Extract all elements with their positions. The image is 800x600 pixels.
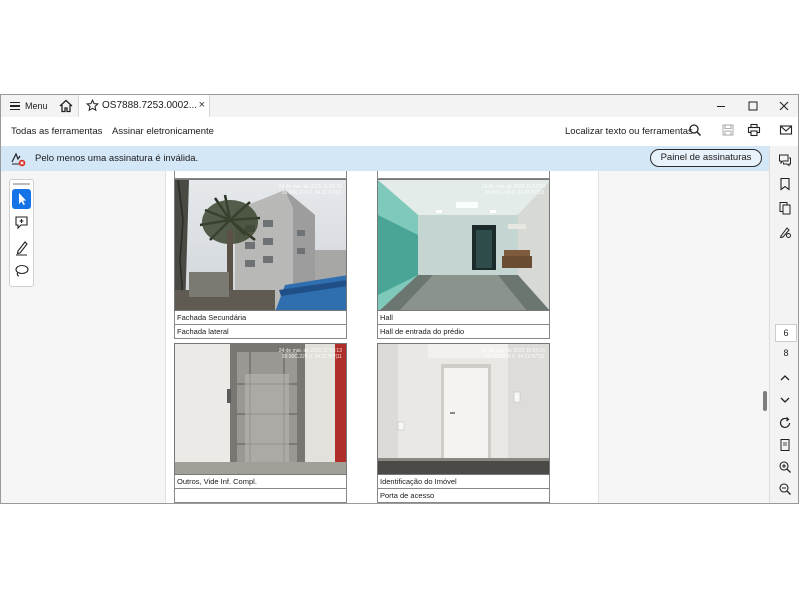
facade-photo-image [175, 180, 346, 310]
print-icon[interactable] [747, 123, 761, 137]
bookmark-icon[interactable] [778, 177, 792, 191]
document-viewport[interactable]: 24 de mai. de 2025 11:53:34 39.90C.224 0,… [1, 171, 769, 503]
document-tab[interactable]: OS7888.7253.0002... × [78, 95, 210, 117]
menu-label: Menu [25, 101, 48, 111]
current-page-number[interactable]: 6 [775, 324, 797, 342]
door-photo-image [378, 344, 549, 474]
comment-tool-button[interactable] [12, 213, 31, 233]
lasso-tool-button[interactable] [12, 261, 31, 281]
all-tools-button[interactable]: Todas as ferramentas [11, 126, 102, 137]
menu-button[interactable]: Menu [10, 99, 48, 113]
notification-message: Pelo menos uma assinatura é inválida. [35, 153, 199, 164]
hamburger-icon [10, 102, 20, 110]
close-window-icon[interactable] [777, 99, 791, 113]
maximize-icon[interactable] [746, 99, 760, 113]
chevron-up-icon[interactable] [778, 371, 792, 385]
photo-caption: Identificação do Imóvel [377, 475, 550, 489]
right-tool-rail: 6 8 [769, 146, 798, 503]
photo-caption [174, 489, 347, 503]
minimize-icon[interactable] [714, 99, 728, 113]
search-icon[interactable] [688, 123, 702, 137]
invalid-signature-icon [11, 152, 26, 167]
refresh-icon[interactable] [778, 416, 792, 430]
photo-elevator: 24 de mai. de 2025 11:54:13 39.90C.224 0,… [174, 343, 347, 475]
find-tools-button[interactable]: Localizar texto ou ferramentas [565, 126, 693, 137]
photo-timestamp: 24 de mai. de 2025 11:54:13 39.90C.224 0,… [278, 348, 342, 360]
hall-photo-image [378, 180, 549, 310]
photo-hall: 24 de mai. de 2025 11:53:54 39.90C.224 0,… [377, 179, 550, 311]
star-icon[interactable] [86, 99, 99, 112]
signature-notification-bar: Pelo menos uma assinatura é inválida. Pa… [1, 146, 769, 171]
app-window: Menu OS7888.7253.0002... × Todas as ferr… [0, 94, 799, 504]
pages-icon[interactable] [778, 201, 792, 215]
previous-caption-cell [377, 171, 550, 179]
signature-icon[interactable] [778, 225, 792, 239]
palette-grip[interactable] [13, 183, 30, 185]
photo-facade: 24 de mai. de 2025 11:53:34 39.90C.224 0,… [174, 179, 347, 311]
tab-title: OS7888.7253.0002... [102, 100, 198, 111]
quick-tools-palette [9, 179, 34, 287]
sign-button[interactable]: Assinar eletronicamente [112, 126, 214, 137]
select-tool-button[interactable] [12, 189, 31, 209]
pen-icon [16, 241, 28, 256]
home-icon[interactable] [58, 98, 74, 114]
add-comment-icon [15, 216, 28, 230]
email-icon[interactable] [779, 123, 793, 137]
photo-caption: Hall [377, 311, 550, 325]
save-icon[interactable] [721, 123, 735, 137]
comments-panel-icon[interactable] [778, 153, 792, 167]
chevron-down-icon[interactable] [778, 393, 792, 407]
lasso-icon [15, 264, 29, 277]
total-pages: 8 [783, 348, 789, 358]
photo-caption: Porta de acesso [377, 489, 550, 503]
draw-tool-button[interactable] [12, 237, 31, 257]
zoom-in-icon[interactable] [778, 460, 792, 474]
title-bar: Menu OS7888.7253.0002... × [1, 95, 798, 117]
cursor-icon [19, 193, 26, 205]
photo-timestamp: 24 de mai. de 2025 11:53:34 39.90C.224 0,… [278, 184, 342, 196]
photo-caption: Fachada lateral [174, 325, 347, 339]
document-page: 24 de mai. de 2025 11:53:34 39.90C.224 0,… [165, 171, 599, 503]
photo-timestamp: 24 de mai. de 2025 11:53:54 39.90C.224 0,… [481, 184, 545, 196]
photo-caption: Fachada Secundária [174, 311, 347, 325]
vertical-scrollbar-thumb[interactable] [763, 391, 767, 411]
toolbar: Todas as ferramentas Assinar eletronicam… [1, 117, 798, 146]
signature-panel-button[interactable]: Painel de assinaturas [650, 149, 762, 167]
page-view-icon[interactable] [778, 438, 792, 452]
elevator-photo-image [175, 344, 346, 474]
previous-caption-cell [174, 171, 347, 179]
zoom-out-icon[interactable] [778, 482, 792, 496]
photo-timestamp: 24 de mai. de 2025 11:54:26 39.90C.224 0,… [481, 348, 545, 360]
photo-caption: Outros, Vide Inf. Compl. [174, 475, 347, 489]
tab-close-button[interactable]: × [199, 99, 205, 111]
photo-door: 24 de mai. de 2025 11:54:26 39.90C.224 0,… [377, 343, 550, 475]
photo-caption: Hall de entrada do prédio [377, 325, 550, 339]
